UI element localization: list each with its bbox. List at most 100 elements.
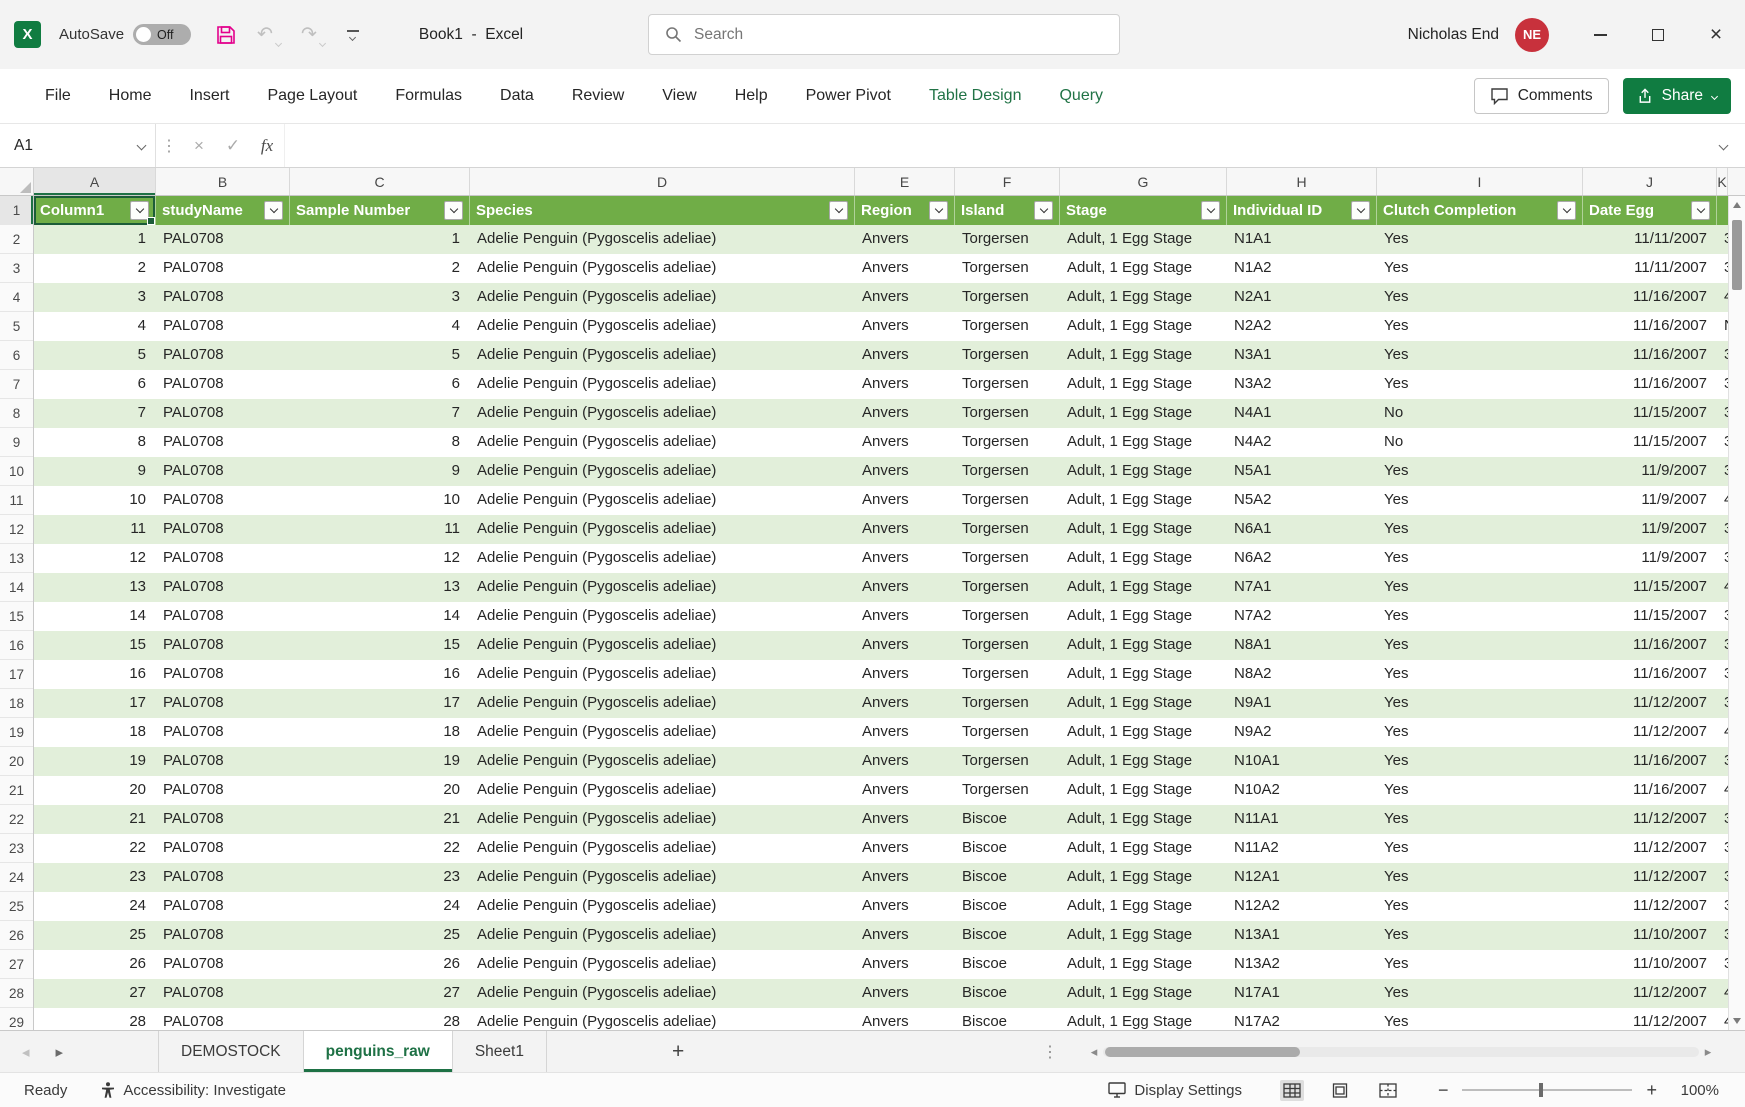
cell-I4[interactable]: Yes	[1377, 283, 1583, 312]
ribbon-tab-view[interactable]: View	[643, 69, 715, 123]
cell-E16[interactable]: Anvers	[855, 631, 955, 660]
cell-C13[interactable]: 12	[290, 544, 470, 573]
cell-K11[interactable]: 42	[1717, 486, 1728, 515]
new-sheet-button[interactable]: +	[672, 1031, 684, 1072]
cell-K22[interactable]: 37	[1717, 805, 1728, 834]
cell-F10[interactable]: Torgersen	[955, 457, 1060, 486]
cell-I20[interactable]: Yes	[1377, 747, 1583, 776]
cell-A11[interactable]: 10	[34, 486, 156, 515]
close-button[interactable]: ×	[1687, 7, 1745, 63]
cell-K14[interactable]: 41	[1717, 573, 1728, 602]
cell-A25[interactable]: 24	[34, 892, 156, 921]
cell-H12[interactable]: N6A1	[1227, 515, 1377, 544]
cell-E21[interactable]: Anvers	[855, 776, 955, 805]
select-all-corner[interactable]	[0, 168, 34, 195]
cell-C26[interactable]: 25	[290, 921, 470, 950]
cell-K2[interactable]: 39	[1717, 225, 1728, 254]
cell-F20[interactable]: Torgersen	[955, 747, 1060, 776]
autosave-toggle[interactable]: Off	[133, 24, 191, 45]
cell-A27[interactable]: 26	[34, 950, 156, 979]
cell-D11[interactable]: Adelie Penguin (Pygoscelis adeliae)	[470, 486, 855, 515]
cell-K9[interactable]: 39	[1717, 428, 1728, 457]
cell-A6[interactable]: 5	[34, 341, 156, 370]
column-header-G[interactable]: G	[1060, 168, 1227, 195]
cell-F27[interactable]: Biscoe	[955, 950, 1060, 979]
table-column-header-H[interactable]: Individual ID	[1227, 196, 1377, 225]
cell-C23[interactable]: 22	[290, 834, 470, 863]
cell-J13[interactable]: 11/9/2007	[1583, 544, 1717, 573]
row-header-16[interactable]: 16	[0, 631, 33, 660]
cell-E15[interactable]: Anvers	[855, 602, 955, 631]
cell-G2[interactable]: Adult, 1 Egg Stage	[1060, 225, 1227, 254]
table-column-header-G[interactable]: Stage	[1060, 196, 1227, 225]
horizontal-scroll-thumb[interactable]	[1105, 1047, 1300, 1057]
cell-E24[interactable]: Anvers	[855, 863, 955, 892]
cell-D2[interactable]: Adelie Penguin (Pygoscelis adeliae)	[470, 225, 855, 254]
ribbon-tab-home[interactable]: Home	[90, 69, 171, 123]
cell-A3[interactable]: 2	[34, 254, 156, 283]
cell-E13[interactable]: Anvers	[855, 544, 955, 573]
cell-C29[interactable]: 28	[290, 1008, 470, 1030]
formula-bar-handle[interactable]: ⋮	[156, 136, 182, 156]
ribbon-tab-review[interactable]: Review	[553, 69, 643, 123]
cell-I13[interactable]: Yes	[1377, 544, 1583, 573]
cell-G22[interactable]: Adult, 1 Egg Stage	[1060, 805, 1227, 834]
cell-F26[interactable]: Biscoe	[955, 921, 1060, 950]
cell-I26[interactable]: Yes	[1377, 921, 1583, 950]
cell-A22[interactable]: 21	[34, 805, 156, 834]
cell-B2[interactable]: PAL0708	[156, 225, 290, 254]
cell-I9[interactable]: No	[1377, 428, 1583, 457]
cell-J28[interactable]: 11/12/2007	[1583, 979, 1717, 1008]
cell-H11[interactable]: N5A2	[1227, 486, 1377, 515]
cell-D28[interactable]: Adelie Penguin (Pygoscelis adeliae)	[470, 979, 855, 1008]
cell-K4[interactable]: 40	[1717, 283, 1728, 312]
cell-J11[interactable]: 11/9/2007	[1583, 486, 1717, 515]
row-header-6[interactable]: 6	[0, 341, 33, 370]
cell-G25[interactable]: Adult, 1 Egg Stage	[1060, 892, 1227, 921]
cell-K27[interactable]: 35	[1717, 950, 1728, 979]
cell-J18[interactable]: 11/12/2007	[1583, 689, 1717, 718]
cell-H10[interactable]: N5A1	[1227, 457, 1377, 486]
cell-D25[interactable]: Adelie Penguin (Pygoscelis adeliae)	[470, 892, 855, 921]
enter-button[interactable]: ✓	[216, 124, 250, 167]
cell-C8[interactable]: 7	[290, 399, 470, 428]
cell-J20[interactable]: 11/16/2007	[1583, 747, 1717, 776]
cell-F5[interactable]: Torgersen	[955, 312, 1060, 341]
cell-F4[interactable]: Torgersen	[955, 283, 1060, 312]
cell-F25[interactable]: Biscoe	[955, 892, 1060, 921]
cell-B25[interactable]: PAL0708	[156, 892, 290, 921]
row-header-3[interactable]: 3	[0, 254, 33, 283]
cell-A23[interactable]: 22	[34, 834, 156, 863]
cell-B4[interactable]: PAL0708	[156, 283, 290, 312]
cell-H22[interactable]: N11A1	[1227, 805, 1377, 834]
ribbon-tab-query[interactable]: Query	[1040, 69, 1122, 123]
cell-A9[interactable]: 8	[34, 428, 156, 457]
row-header-26[interactable]: 26	[0, 921, 33, 950]
display-settings-button[interactable]: Display Settings	[1108, 1082, 1242, 1099]
cell-J5[interactable]: 11/16/2007	[1583, 312, 1717, 341]
cell-D10[interactable]: Adelie Penguin (Pygoscelis adeliae)	[470, 457, 855, 486]
accessibility-status[interactable]: Accessibility: Investigate	[101, 1082, 286, 1099]
ribbon-tab-data[interactable]: Data	[481, 69, 553, 123]
name-box[interactable]: A1	[0, 124, 156, 167]
cell-D18[interactable]: Adelie Penguin (Pygoscelis adeliae)	[470, 689, 855, 718]
ribbon-tab-formulas[interactable]: Formulas	[376, 69, 481, 123]
cell-E8[interactable]: Anvers	[855, 399, 955, 428]
cell-A13[interactable]: 12	[34, 544, 156, 573]
cell-B13[interactable]: PAL0708	[156, 544, 290, 573]
cell-J14[interactable]: 11/15/2007	[1583, 573, 1717, 602]
filter-button[interactable]	[829, 201, 848, 220]
cell-I24[interactable]: Yes	[1377, 863, 1583, 892]
filter-button[interactable]	[1201, 201, 1220, 220]
row-header-23[interactable]: 23	[0, 834, 33, 863]
cell-A29[interactable]: 28	[34, 1008, 156, 1030]
row-header-5[interactable]: 5	[0, 312, 33, 341]
cell-E9[interactable]: Anvers	[855, 428, 955, 457]
column-header-K[interactable]: K	[1717, 168, 1728, 195]
row-header-28[interactable]: 28	[0, 979, 33, 1008]
table-column-header-B[interactable]: studyName	[156, 196, 290, 225]
cell-J2[interactable]: 11/11/2007	[1583, 225, 1717, 254]
filter-button[interactable]	[444, 201, 463, 220]
cell-H15[interactable]: N7A2	[1227, 602, 1377, 631]
cell-A8[interactable]: 7	[34, 399, 156, 428]
